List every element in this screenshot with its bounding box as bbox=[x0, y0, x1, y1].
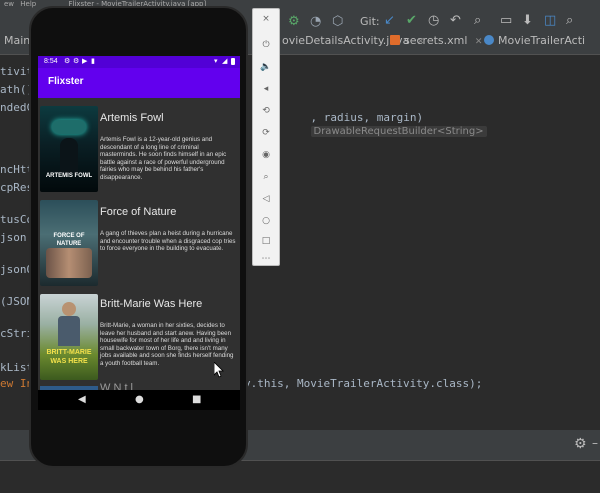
sim-icon: ▮ bbox=[91, 58, 95, 65]
poster-faces bbox=[46, 248, 92, 278]
code-line: , radius, margin) DrawableRequestBuilder… bbox=[284, 98, 487, 150]
menu-item-help[interactable]: Help bbox=[20, 0, 36, 8]
update-project-icon[interactable]: ↙ bbox=[384, 14, 395, 27]
back-icon[interactable]: ◀ bbox=[78, 394, 86, 406]
xml-file-icon bbox=[390, 35, 400, 45]
recents-icon[interactable]: ■ bbox=[192, 394, 201, 406]
poster-figure bbox=[60, 138, 78, 174]
movie-poster[interactable]: FORCE OF NATURE bbox=[40, 200, 98, 286]
app-title: Flixster bbox=[48, 76, 84, 87]
android-nav-bar: ◀ ● ■ bbox=[38, 390, 240, 410]
code-line: y.this, MovieTrailerActivity.class); bbox=[244, 377, 483, 390]
android-status-bar: 8:54 ⚙ ⚙ ▶ ▮ ▾ ◢ bbox=[38, 56, 240, 68]
minimize-icon[interactable]: – bbox=[592, 436, 598, 450]
commit-icon[interactable]: ✔ bbox=[406, 14, 417, 27]
overview-icon[interactable]: □ bbox=[253, 233, 279, 249]
app-bar: Flixster bbox=[38, 68, 240, 98]
java-class-icon bbox=[484, 35, 494, 45]
home-icon[interactable]: ○ bbox=[253, 213, 279, 229]
wifi-icon: ▾ bbox=[214, 58, 218, 65]
tab-label: secrets.xml bbox=[404, 34, 468, 47]
movie-title: Force of Nature bbox=[100, 206, 177, 218]
poster-figure bbox=[52, 120, 86, 134]
movie-poster[interactable]: BRITT-MARIE WAS HERE bbox=[40, 294, 98, 380]
movie-list-item[interactable]: ARTEMIS FOWL Artemis Fowl Artemis Fowl i… bbox=[38, 104, 240, 196]
zoom-icon[interactable]: ⌕ bbox=[253, 169, 279, 185]
settings-icon: ⚙ bbox=[64, 58, 71, 65]
poster-title-text: FORCE OF NATURE bbox=[53, 233, 85, 247]
rotate-right-icon[interactable]: ⟳ bbox=[253, 125, 279, 141]
back-icon[interactable]: ◁ bbox=[253, 191, 279, 207]
poster-title-text: BRITT-MARIE WAS HERE bbox=[46, 349, 92, 365]
rotate-left-icon[interactable]: ⟲ bbox=[253, 103, 279, 119]
menu-item-view[interactable]: ew bbox=[4, 0, 14, 8]
rollback-icon[interactable]: ↶ bbox=[450, 14, 461, 27]
battery-icon bbox=[231, 58, 235, 65]
volume-up-icon[interactable]: 🔈 bbox=[253, 59, 279, 75]
sdk-manager-icon[interactable]: ⬇ bbox=[522, 14, 533, 27]
movie-title: Artemis Fowl bbox=[100, 112, 164, 124]
git-label: Git: bbox=[360, 15, 380, 28]
movie-list-item[interactable]: FORCE OF NATURE Force of Nature A gang o… bbox=[38, 198, 240, 292]
device-manager-icon[interactable]: ▭ bbox=[500, 14, 512, 27]
power-icon[interactable]: ⏻ bbox=[253, 37, 279, 53]
home-icon[interactable]: ● bbox=[135, 394, 144, 406]
sdk-icon[interactable]: ⚙ bbox=[288, 15, 300, 28]
debug-icon[interactable]: ⬡ bbox=[332, 15, 343, 28]
movie-overview: Britt-Marie, a woman in her sixties, dec… bbox=[100, 322, 234, 367]
search-everywhere-icon[interactable]: ⌕ bbox=[566, 14, 573, 27]
gear-icon: ⚙ bbox=[73, 58, 80, 65]
volume-down-icon[interactable]: ◂ bbox=[253, 81, 279, 97]
close-emulator-icon[interactable]: × bbox=[253, 11, 279, 27]
code-args: , radius, margin) bbox=[310, 111, 424, 124]
tab-label: MovieTrailerActi bbox=[498, 34, 586, 47]
more-icon[interactable]: ⋯ bbox=[253, 251, 279, 267]
movie-title: Britt-Marie Was Here bbox=[100, 298, 203, 310]
history-icon[interactable]: ◷ bbox=[428, 14, 439, 27]
screenshot-icon[interactable]: ◉ bbox=[253, 147, 279, 163]
tab-secrets-xml[interactable]: secrets.xml ✕ bbox=[386, 34, 482, 54]
signal-icon: ◢ bbox=[222, 58, 228, 65]
movie-poster[interactable]: ARTEMIS FOWL bbox=[40, 106, 98, 192]
tab-movie-trailer-activity[interactable]: MovieTrailerActi bbox=[480, 34, 585, 54]
poster-title-text: ARTEMIS FOWL bbox=[45, 173, 93, 179]
search-icon[interactable]: ⌕ bbox=[474, 14, 481, 27]
play-store-icon: ▶ bbox=[82, 58, 88, 65]
emulator-toolbar: × ⏻ 🔈 ◂ ⟲ ⟳ ◉ ⌕ ◁ ○ □ ⋯ bbox=[252, 8, 280, 266]
movie-overview: A gang of thieves plan a heist during a … bbox=[100, 230, 236, 253]
profile-icon[interactable]: ◔ bbox=[310, 15, 321, 28]
poster-figure bbox=[58, 316, 80, 346]
phone-screen[interactable]: 8:54 ⚙ ⚙ ▶ ▮ ▾ ◢ Flixster ARTEMIS FOWL A… bbox=[38, 56, 240, 410]
settings-gear-icon[interactable]: ⚙ bbox=[574, 436, 587, 452]
layout-inspector-icon[interactable]: ◫ bbox=[544, 14, 556, 27]
movie-list-item[interactable]: BRITT-MARIE WAS HERE Britt-Marie Was Her… bbox=[38, 292, 240, 388]
movie-overview: Artemis Fowl is a 12-year-old genius and… bbox=[100, 136, 227, 181]
type-hint: DrawableRequestBuilder<String> bbox=[310, 126, 487, 137]
status-time: 8:54 bbox=[44, 58, 58, 65]
poster-figure bbox=[62, 302, 76, 316]
